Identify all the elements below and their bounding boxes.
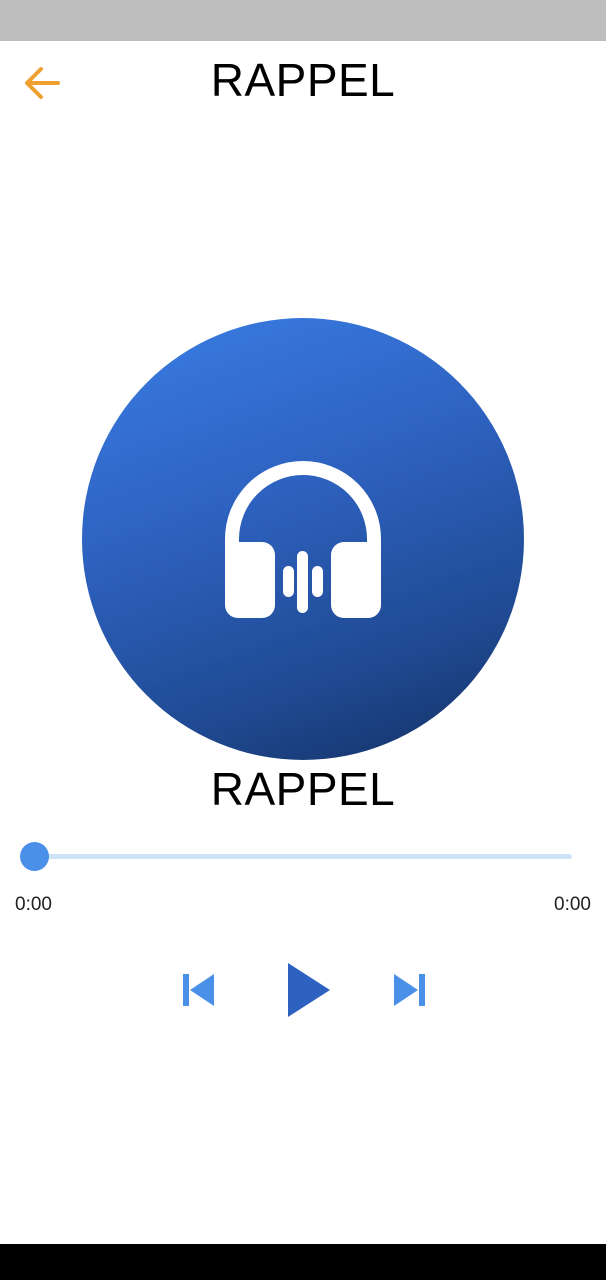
skip-next-icon [394,974,425,1006]
status-bar [0,0,606,41]
track-title: RAPPEL [210,763,396,815]
total-duration: 0:00 [554,894,591,915]
album-artwork [82,318,524,760]
navigation-bar [0,1244,606,1280]
play-icon [288,963,330,1017]
playback-controls [0,950,606,1030]
next-button[interactable] [384,968,436,1012]
seek-thumb[interactable] [20,842,49,871]
skip-previous-icon [183,974,214,1006]
seek-track [34,854,572,859]
seek-bar[interactable] [20,840,572,872]
play-button[interactable] [278,956,338,1024]
previous-button[interactable] [172,968,224,1012]
app-bar: RAPPEL [0,41,606,125]
page-title: RAPPEL [210,54,396,106]
headphones-icon [225,461,381,618]
current-time: 0:00 [15,894,52,915]
